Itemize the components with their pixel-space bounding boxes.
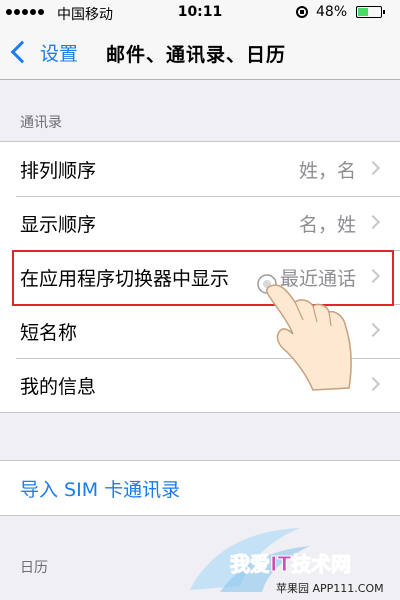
row-label: 导入 SIM 卡通讯录 — [20, 479, 181, 501]
row-label: 我的信息 — [20, 376, 97, 398]
back-button[interactable]: 设置 — [8, 37, 78, 67]
page-title: 邮件、通讯录、日历 — [106, 44, 287, 66]
row-label: 显示顺序 — [20, 214, 97, 236]
battery-percent: 48% — [316, 4, 348, 20]
chevron-right-icon — [365, 376, 381, 392]
row-label: 排列顺序 — [20, 160, 97, 182]
status-bar: 中国移动 10:11 48% — [0, 0, 400, 26]
chevron-right-icon — [365, 322, 381, 338]
pointing-hand-icon — [257, 274, 352, 391]
navigation-bar: 设置 邮件、通讯录、日历 — [0, 26, 400, 80]
import-sim-contacts-button[interactable]: 导入 SIM 卡通讯录 — [0, 461, 400, 515]
row-value: 姓，名 — [298, 160, 356, 182]
section-header-calendar: 日历 — [20, 560, 48, 576]
import-sim-group: 导入 SIM 卡通讯录 — [0, 460, 400, 516]
row-value: 名，姓 — [298, 214, 356, 236]
watermark-brand: 我爱IT技术网 — [229, 552, 352, 577]
chevron-right-icon — [365, 160, 381, 176]
row-display-order[interactable]: 显示顺序 名，姓 — [0, 196, 400, 250]
watermark-site: 苹果园 APP111.COM — [276, 582, 384, 595]
row-label: 短名称 — [20, 322, 78, 344]
chevron-left-icon — [10, 40, 34, 64]
back-button-label: 设置 — [40, 42, 79, 65]
chevron-right-icon — [365, 214, 381, 230]
section-header-contacts: 通讯录 — [20, 115, 62, 131]
battery-icon — [356, 6, 385, 18]
rotation-lock-icon — [296, 6, 308, 18]
row-sort-order[interactable]: 排列顺序 姓，名 — [0, 142, 400, 196]
